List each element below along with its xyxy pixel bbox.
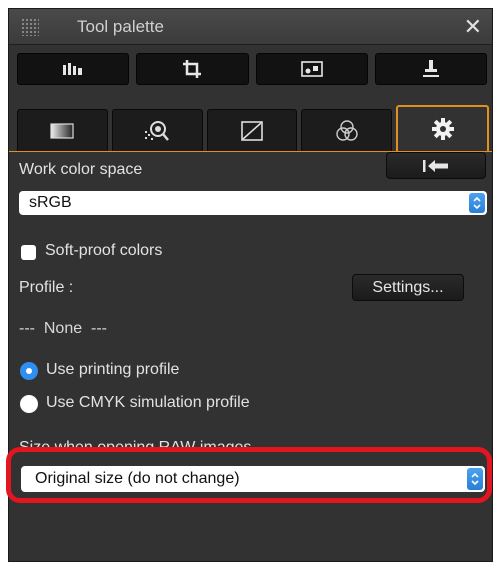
profile-label: Profile : [19,279,74,296]
image-button[interactable] [255,53,368,85]
tab-settings[interactable] [396,105,489,151]
use-cmyk-simulation-radio[interactable] [20,395,38,413]
tab-row [17,105,489,151]
close-icon[interactable]: ✕ [464,14,482,40]
tab-curve[interactable] [206,109,298,151]
reset-button[interactable] [386,152,486,179]
tab-color[interactable] [301,109,393,151]
undo-arrow-icon [423,159,448,172]
histogram-button[interactable] [17,53,130,85]
select-stepper-icon [469,193,485,213]
work-color-space-select[interactable]: sRGB [19,191,487,215]
histogram-icon [63,63,83,75]
tab-lens[interactable] [111,109,203,151]
soft-proof-label: Soft-proof colors [45,242,163,259]
window-title: Tool palette [77,17,164,36]
soft-proof-checkbox[interactable] [21,245,36,260]
gear-tab-icon [431,118,454,140]
curve-tab-icon [241,120,263,141]
red-highlight-annotation [6,447,492,503]
lens-tab-icon [145,120,170,141]
grip-icon[interactable] [21,18,39,36]
image-icon [300,61,323,77]
use-printing-profile-radio[interactable] [20,362,38,380]
settings-button[interactable]: Settings... [352,274,464,301]
image-tab-icon [50,122,74,139]
use-cmyk-simulation-label: Use CMYK simulation profile [46,394,250,411]
tool-button-row [17,53,487,85]
tab-image[interactable] [17,109,108,151]
work-color-space-value: sRGB [29,194,72,211]
stamp-button[interactable] [374,53,487,85]
use-printing-profile-label: Use printing profile [46,361,180,378]
profile-value: --- None --- [19,320,107,337]
stamp-icon [422,60,439,77]
crop-button[interactable] [136,53,249,85]
color-tab-icon [336,119,358,141]
titlebar[interactable]: Tool palette ✕ [9,9,492,45]
crop-icon [183,60,202,78]
work-color-space-label: Work color space [19,161,143,178]
